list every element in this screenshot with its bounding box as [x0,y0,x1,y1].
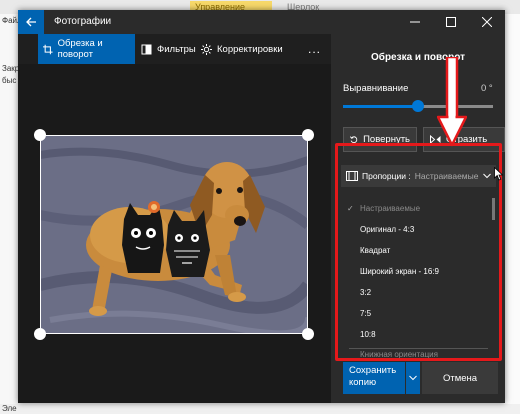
tab-adjustments-label: Корректировки [217,43,283,55]
tab-adjustments[interactable]: Корректировки [196,34,288,64]
crop-handle-bottom-left[interactable] [34,328,46,340]
close-button[interactable] [469,10,505,34]
cancel-button[interactable]: Отмена [422,362,498,394]
mouse-cursor-icon [494,167,503,181]
highlight-frame [335,143,502,361]
minimize-icon [410,21,420,23]
edit-toolbar: Обрезка и поворот Фильтры Корректировки … [18,34,331,64]
alignment-slider[interactable] [343,100,493,112]
tab-filters-label: Фильтры [157,43,196,55]
tab-crop-rotate[interactable]: Обрезка и поворот [38,34,135,64]
maximize-button[interactable] [433,10,469,34]
alignment-slider-thumb[interactable] [412,100,424,112]
window-title: Фотографии [54,16,112,27]
crop-icon [43,44,53,54]
filters-icon [141,44,152,54]
explorer-label-close: Закр [2,64,20,73]
explorer-status-bar: Эле [0,404,520,414]
tab-crop-rotate-label: Обрезка и поворот [57,38,103,60]
maximize-icon [446,17,456,27]
chevron-down-icon [409,375,417,381]
explorer-left-strip: Файл Закр быс [0,14,22,414]
explorer-label-quick: быс [2,76,17,85]
alignment-label: Выравнивание [343,83,409,94]
minimize-button[interactable] [397,10,433,34]
crop-frame[interactable] [40,135,308,334]
title-bar: Фотографии [18,10,505,34]
alignment-value: 0 ° [481,83,493,94]
back-arrow-icon [25,17,36,27]
down-arrow-annotation [437,57,467,147]
photo-canvas [18,64,331,403]
explorer-right-strip [504,14,520,414]
more-options-button[interactable]: ... [308,42,321,56]
tab-filters[interactable]: Фильтры [136,34,201,64]
save-copy-button[interactable]: Сохранить копию [343,362,405,394]
crop-handle-top-left[interactable] [34,129,46,141]
panel-title: Обрезка и поворот [370,52,465,63]
alignment-slider-fill [343,105,418,108]
close-icon [482,17,492,27]
sun-icon [201,43,212,55]
crop-handle-bottom-right[interactable] [302,328,314,340]
back-button[interactable] [18,10,44,34]
explorer-status-label: Эле [2,404,17,413]
save-options-button[interactable] [406,362,420,394]
crop-handle-top-right[interactable] [302,129,314,141]
